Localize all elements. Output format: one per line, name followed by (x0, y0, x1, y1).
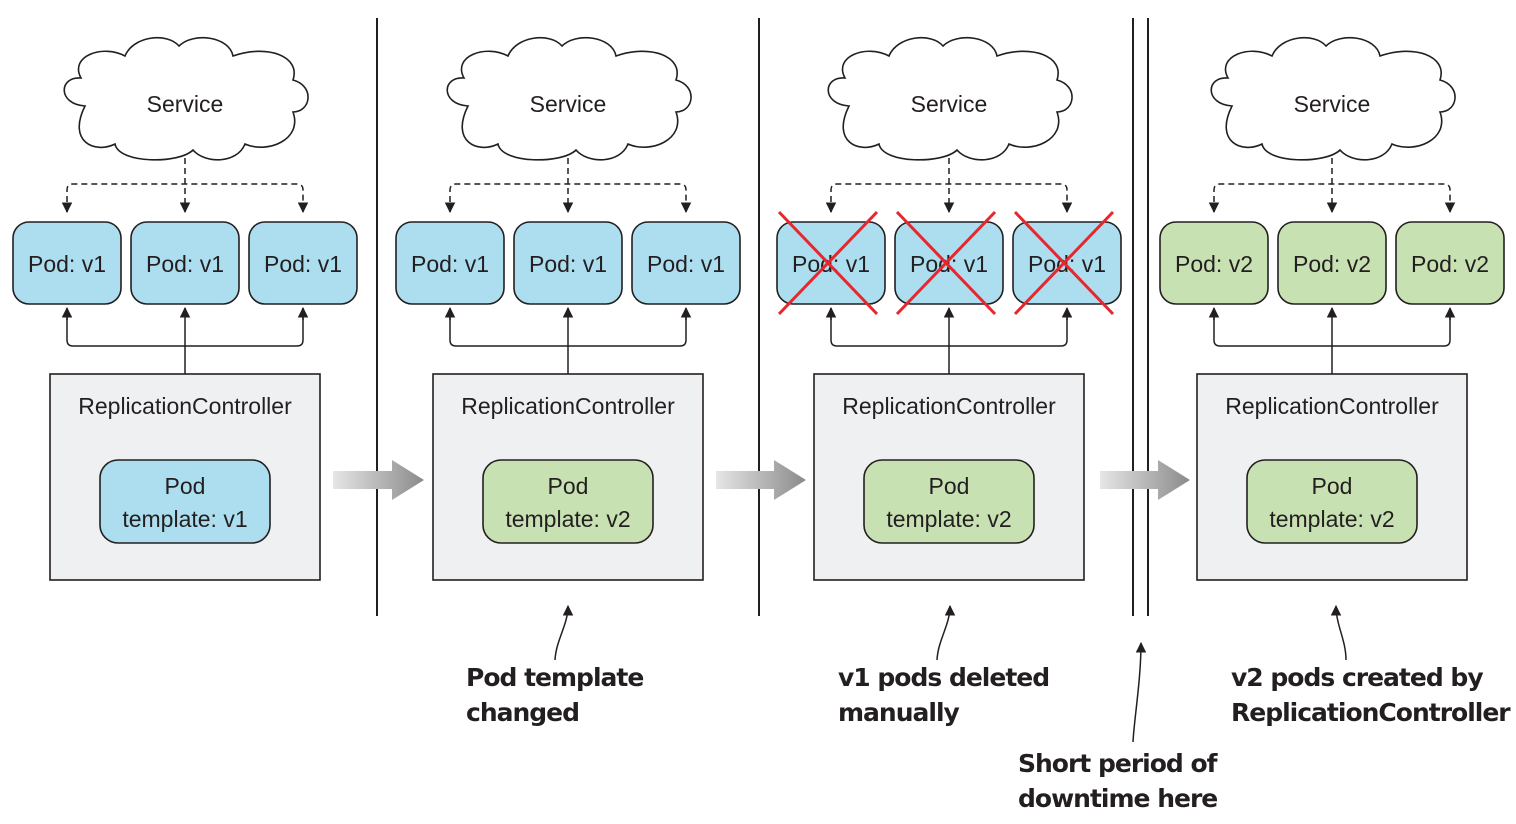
annotation-line: v1 pods deleted (838, 663, 1049, 692)
transition-arrow-icon (1100, 460, 1190, 500)
service-label: Service (530, 91, 607, 117)
pod: Pod: v1 (395, 221, 505, 305)
pod-label: Pod: v1 (264, 251, 342, 277)
annotation-pointer (1132, 641, 1147, 743)
pod-template: Pod template: v2 (1246, 459, 1418, 544)
pod: Pod: v1 (130, 221, 240, 305)
pod: Pod: v1 (1012, 210, 1122, 316)
controller-label: ReplicationController (78, 393, 292, 419)
annotation-line: Pod template (466, 663, 643, 692)
pod-label: Pod: v2 (1175, 251, 1253, 277)
service-label: Service (1294, 91, 1371, 117)
service-label: Service (147, 91, 224, 117)
service-cloud: Service (827, 37, 1073, 161)
service-cloud: Service (1210, 37, 1456, 161)
template-version: template: v2 (505, 506, 630, 532)
annotation-line: Short period of (1018, 749, 1219, 778)
annotation-line: v2 pods created by (1231, 663, 1483, 692)
annotation-line: manually (838, 698, 960, 727)
annotation-pointer (554, 604, 574, 661)
pod-label: Pod: v1 (28, 251, 106, 277)
pod-template: Pod template: v2 (482, 459, 654, 544)
annotation-line: downtime here (1018, 784, 1217, 813)
annotation-line: ReplicationController (1231, 698, 1511, 727)
service-cloud: Service (63, 37, 309, 161)
template-label: Pod (929, 473, 970, 499)
template-label: Pod (165, 473, 206, 499)
replication-controller: ReplicationController Pod template: v2 (432, 373, 704, 581)
transition-arrow-icon (716, 460, 806, 500)
template-version: template: v1 (122, 506, 247, 532)
rolling-update-diagram: ServicePod: v1 Pod: v1 Pod: v1ReplicationC… (12, 18, 1512, 813)
annotation-pods-deleted: v1 pods deleted manually (838, 604, 1050, 727)
pod-label: Pod: v2 (1293, 251, 1371, 277)
controller-label: ReplicationController (461, 393, 675, 419)
pod: Pod: v2 (1277, 221, 1387, 305)
annotation-pointer (936, 604, 956, 661)
pod-label: Pod: v1 (146, 251, 224, 277)
pod-template: Pod template: v1 (99, 459, 271, 544)
service-cloud: Service (446, 37, 692, 161)
pod-label: Pod: v1 (529, 251, 607, 277)
annotation-pods-created: v2 pods created by ReplicationController (1231, 604, 1512, 727)
pod-label: Pod: v1 (411, 251, 489, 277)
stage-3: ServicePod: v1Pod: v1Pod: v1ReplicationC… (776, 37, 1122, 581)
pod-label: Pod: v1 (647, 251, 725, 277)
stage-2: Service Pod: v1 Pod: v1 Pod: v1 ReplicationC… (395, 37, 741, 581)
pod: Pod: v1 (631, 221, 741, 305)
stage-1: Service Pod: v1 Pod: v1 Pod: v1 ReplicationC… (12, 37, 358, 581)
transition-arrow-icon (333, 460, 424, 500)
pod-label: Pod: v2 (1411, 251, 1489, 277)
replication-controller: ReplicationController Pod template: v1 (49, 373, 321, 581)
pod: Pod: v2 (1159, 221, 1269, 305)
annotation-line: changed (466, 698, 579, 727)
replication-controller: ReplicationController Pod template: v2 (813, 373, 1085, 581)
annotation-pointer (1330, 604, 1347, 661)
template-version: template: v2 (1269, 506, 1394, 532)
controller-label: ReplicationController (842, 393, 1056, 419)
pod: Pod: v1 (12, 221, 122, 305)
pod-template: Pod template: v2 (863, 459, 1035, 544)
replication-controller: ReplicationController Pod template: v2 (1196, 373, 1468, 581)
stage-4: Service Pod: v2 Pod: v2 Pod: v2 ReplicationC… (1159, 37, 1505, 581)
template-label: Pod (1312, 473, 1353, 499)
annotation-template-changed: Pod template changed (466, 604, 644, 727)
service-label: Service (911, 91, 988, 117)
template-label: Pod (548, 473, 589, 499)
pod: Pod: v1 (776, 210, 886, 316)
pod: Pod: v1 (894, 210, 1004, 316)
controller-label: ReplicationController (1225, 393, 1439, 419)
pod: Pod: v1 (513, 221, 623, 305)
template-version: template: v2 (886, 506, 1011, 532)
pod: Pod: v2 (1395, 221, 1505, 305)
pod: Pod: v1 (248, 221, 358, 305)
